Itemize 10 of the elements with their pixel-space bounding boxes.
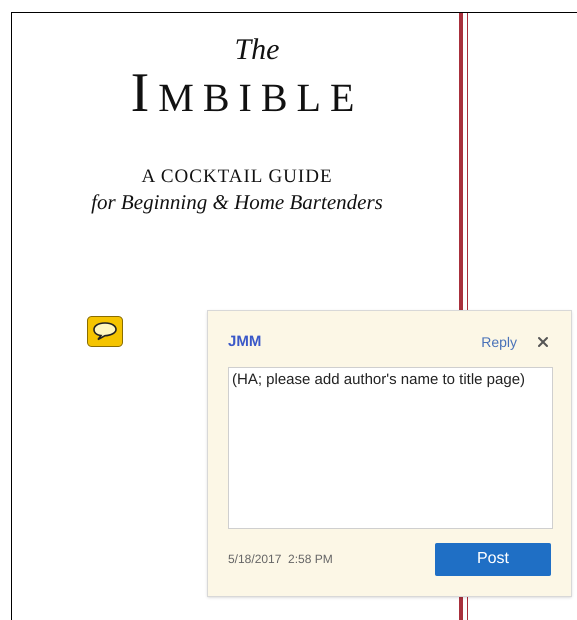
book-title: IMBIBLE [130,65,364,121]
reply-link[interactable]: Reply [481,332,517,353]
book-subtitle: A COCKTAIL GUIDE [141,165,333,189]
comment-timestamp: 5/18/2017 2:58 PM [228,551,333,568]
comment-author: JMM [228,332,262,352]
post-button[interactable]: Post [435,542,551,576]
comment-note-icon[interactable] [87,316,123,347]
comment-text-field[interactable]: (HA; please add author's name to title page) [228,366,553,528]
title-script: The [234,35,280,65]
book-tagline: for Beginning & Home Bartenders [91,188,383,215]
